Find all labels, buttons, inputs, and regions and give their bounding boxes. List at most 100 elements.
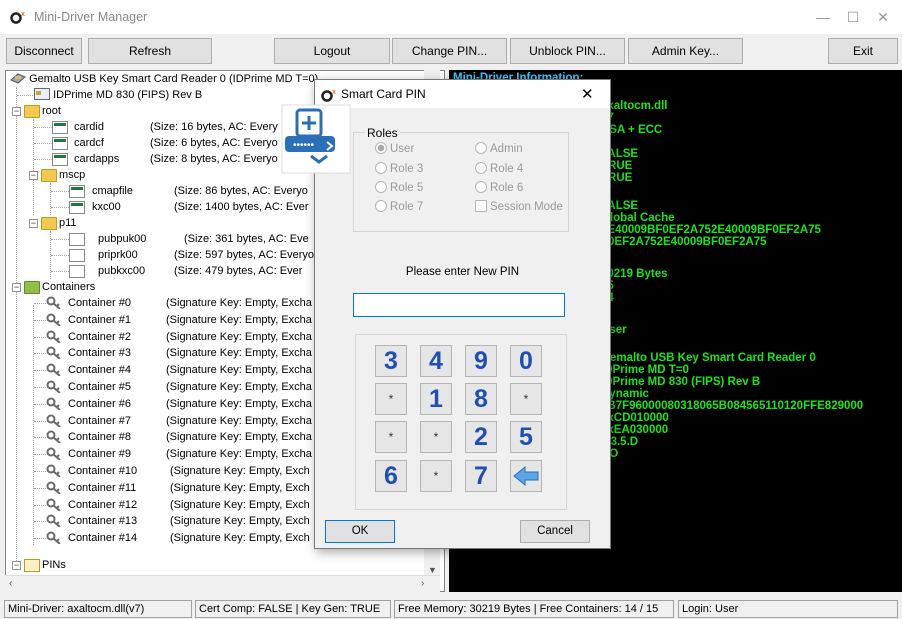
info-value: Gemalto USB Key Smart Card Reader 0 [601,352,816,364]
file-icon [69,233,85,246]
tree-file-cardcf[interactable]: cardcf [74,135,104,151]
keypad-blank-key[interactable]: * [420,421,452,453]
key-icon [46,430,61,444]
tree-file-priprk00[interactable]: priprk00 [98,247,138,263]
key-icon [46,313,61,326]
keypad-blank-key[interactable]: * [510,383,542,415]
tree-container-item[interactable]: Container #11 [68,480,136,496]
tree-container-item[interactable]: Container #9 [68,446,131,462]
keypad-backspace-key[interactable] [510,460,542,492]
keypad-blank-key[interactable]: * [375,421,407,453]
back-arrow-icon [513,465,539,487]
tree-container-item[interactable]: Container #5 [68,379,131,395]
radio-icon [475,142,487,154]
keypad-blank-key[interactable]: * [375,383,407,415]
keypad-digit-0[interactable]: 0 [510,345,542,377]
tree-pins-label[interactable]: PINs [42,557,66,573]
tree-container-info: (Signature Key: Empty, Exch [170,532,310,545]
role-5-radio[interactable]: Role 5 [375,181,423,194]
tree-container-item[interactable]: Container #14 [68,530,137,546]
tree-file-pubpuk00[interactable]: pubpuk00 [98,231,146,247]
tree-horizontal-scrollbar[interactable]: ‹ › [5,575,440,592]
info-value: 0xEA030000 [601,424,669,436]
pin-prompt: Please enter New PIN [405,266,520,278]
tree-file-kxc00[interactable]: kxc00 [92,199,121,215]
dialog-close-button[interactable]: ✕ [581,85,594,103]
close-button[interactable]: ✕ [868,6,898,28]
logout-button[interactable]: Logout [274,38,390,64]
smart-card-pin-dialog: x Smart Card PIN ✕ •••••• Roles User Adm… [281,79,611,549]
tree-file-cardapps[interactable]: cardapps [74,151,119,167]
tree-container-item[interactable]: Container #10 [68,463,137,479]
key-icon [46,346,61,360]
pin-input[interactable] [353,293,565,317]
file-icon [69,265,85,278]
minimize-button[interactable]: — [808,6,838,28]
keypad-digit-8[interactable]: 8 [465,383,497,415]
folder-icon [24,105,40,118]
cancel-button[interactable]: Cancel [520,520,590,543]
tree-file-info: (Size: 6 bytes, AC: Everyo [150,137,278,149]
tree-card-node[interactable]: IDPrime MD 830 (FIPS) Rev B [34,87,202,103]
tree-container-item[interactable]: Container #1 [68,312,131,328]
tree-container-item[interactable]: Container #8 [68,429,131,445]
tree-container-item[interactable]: Container #0 [68,295,131,311]
mscp-collapse-toggle[interactable]: − [29,171,38,180]
keypad-digit-1[interactable]: 1 [420,383,452,415]
scroll-left-icon[interactable]: ‹ [9,578,12,589]
maximize-button[interactable]: ☐ [838,6,868,28]
role-user-radio[interactable]: User [375,142,414,155]
keypad-digit-4[interactable]: 4 [420,345,452,377]
tree-file-info: (Size: 1400 bytes, AC: Ever [174,201,309,213]
svg-text:x: x [21,11,25,18]
tree-containers-label[interactable]: Containers [42,279,95,295]
tree-container-item[interactable]: Container #13 [68,513,137,529]
tree-container-item[interactable]: Container #7 [68,413,131,429]
role-3-radio[interactable]: Role 3 [375,162,423,175]
root-collapse-toggle[interactable]: − [12,107,21,116]
keypad-blank-key[interactable]: * [420,460,452,492]
tree-container-item[interactable]: Container #4 [68,362,131,378]
p11-collapse-toggle[interactable]: − [29,219,38,228]
tree-container-item[interactable]: Container #3 [68,345,131,361]
tree-container-info: (Signature Key: Empty, Excha [166,330,312,343]
tree-file-pubkxc00[interactable]: pubkxc00 [98,263,145,279]
keypad-digit-2[interactable]: 2 [465,421,497,453]
admin-key-button[interactable]: Admin Key... [628,38,743,64]
disconnect-button[interactable]: Disconnect [6,38,82,64]
tree-p11-label[interactable]: p11 [59,215,77,231]
role-6-radio[interactable]: Role 6 [475,181,523,194]
keypad-digit-3[interactable]: 3 [375,345,407,377]
keypad-digit-7[interactable]: 7 [465,460,497,492]
tree-root-label[interactable]: root [42,103,61,119]
role-4-radio[interactable]: Role 4 [475,162,523,175]
unblock-pin-button[interactable]: Unblock PIN... [510,38,625,64]
tree-reader-node[interactable]: Gemalto USB Key Smart Card Reader 0 (IDP… [10,71,318,87]
scroll-down-icon[interactable]: ▼ [428,565,437,575]
scroll-right-icon[interactable]: › [421,578,424,589]
tree-file-cmapfile[interactable]: cmapfile [92,183,133,199]
keypad-digit-6[interactable]: 6 [375,460,407,492]
session-mode-checkbox[interactable]: Session Mode [475,200,563,213]
tree-container-item[interactable]: Container #2 [68,329,131,345]
radio-checked-icon [375,142,387,154]
containers-collapse-toggle[interactable]: − [12,283,21,292]
tree-file-cardid[interactable]: cardid [74,119,104,135]
keypad-digit-9[interactable]: 9 [465,345,497,377]
keypad-digit-5[interactable]: 5 [510,421,542,453]
role-7-radio[interactable]: Role 7 [375,200,423,213]
status-login: Login: User [678,600,898,618]
key-icon [46,414,61,427]
key-icon [46,397,61,410]
tree-container-item[interactable]: Container #12 [68,497,137,513]
exit-button[interactable]: Exit [828,38,898,64]
tree-mscp-label[interactable]: mscp [59,167,85,183]
tree-card-label: IDPrime MD 830 (FIPS) Rev B [53,89,203,101]
tree-container-info: (Signature Key: Empty, Excha [166,297,312,309]
pins-expand-toggle[interactable]: − [12,561,21,570]
change-pin-button[interactable]: Change PIN... [392,38,507,64]
ok-button[interactable]: OK [325,520,395,543]
role-admin-radio[interactable]: Admin [475,142,523,155]
tree-container-item[interactable]: Container #6 [68,396,131,412]
refresh-button[interactable]: Refresh [88,38,212,64]
